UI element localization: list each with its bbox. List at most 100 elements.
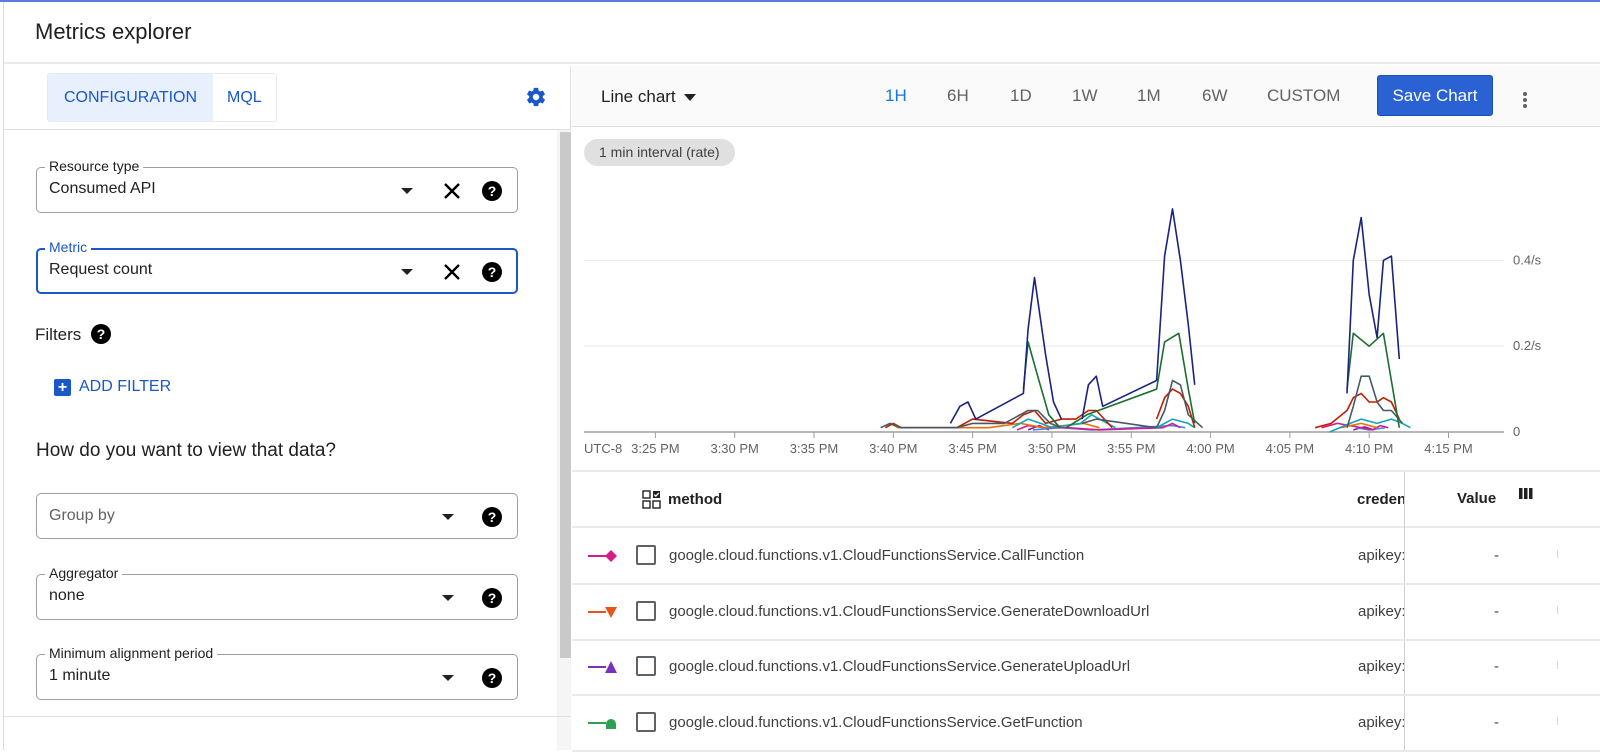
metric-field[interactable]: Metric Request count ? <box>36 239 518 294</box>
mode-bar: CONFIGURATION MQL <box>4 66 571 130</box>
value-cell: - <box>1494 658 1499 675</box>
chart-toolbar: Line chart 1H 6H 1D 1W 1M 6W CUSTOM Save… <box>572 66 1600 127</box>
view-data-heading: How do you want to view that data? <box>36 440 336 461</box>
credential-cell: apikey: <box>1358 547 1404 564</box>
more-vert-icon[interactable] <box>1522 92 1528 110</box>
help-icon[interactable]: ? <box>482 588 502 608</box>
aggregator-value: none <box>49 587 85 604</box>
table-row[interactable]: google.cloud.functions.v1.CloudFunctions… <box>572 641 1600 696</box>
value-cell: - <box>1494 602 1499 620</box>
column-header-credential[interactable]: creden <box>1357 491 1404 508</box>
gear-icon[interactable] <box>525 86 547 108</box>
y-tick-label: 0 <box>1513 424 1520 439</box>
row-checkbox[interactable] <box>636 600 656 621</box>
help-icon[interactable]: ? <box>482 262 502 282</box>
series-line-red <box>885 409 1113 429</box>
clear-icon[interactable] <box>443 263 461 281</box>
legend-table: method creden Value google.cloud.functio… <box>572 470 1600 752</box>
tab-configuration[interactable]: CONFIGURATION <box>48 74 214 121</box>
table-row[interactable]: google.cloud.functions.v1.CloudFunctions… <box>572 530 1600 585</box>
aggregator-field[interactable]: Aggregator none ? <box>36 565 518 620</box>
metric-label: Metric <box>45 239 92 255</box>
range-6w[interactable]: 6W <box>1202 86 1228 106</box>
chevron-down-icon[interactable] <box>401 188 413 194</box>
chevron-down-icon[interactable] <box>401 269 413 275</box>
select-columns-icon[interactable] <box>642 490 662 510</box>
method-cell: google.cloud.functions.v1.CloudFunctions… <box>669 658 1131 675</box>
help-icon[interactable]: ? <box>482 668 502 688</box>
credential-cell: apikey: <box>1358 602 1404 620</box>
series-line-navy <box>1346 216 1401 394</box>
table-row[interactable]: google.cloud.functions.v1.CloudFunctions… <box>572 697 1600 752</box>
column-header-method[interactable]: method <box>668 491 722 508</box>
range-custom[interactable]: CUSTOM <box>1267 86 1340 106</box>
chevron-down-icon[interactable] <box>442 595 454 601</box>
series-line-navy <box>1081 208 1196 420</box>
group-by-placeholder: Group by <box>49 507 115 524</box>
table-row[interactable]: google.cloud.functions.v1.CloudFunctions… <box>572 586 1600 641</box>
alignment-period-label: Minimum alignment period <box>45 645 218 661</box>
tab-mql[interactable]: MQL <box>213 74 276 121</box>
chart-panel: Line chart 1H 6H 1D 1W 1M 6W CUSTOM Save… <box>572 66 1600 752</box>
add-filter-button[interactable]: + ADD FILTER <box>54 378 171 396</box>
range-1h[interactable]: 1H <box>885 86 907 106</box>
alignment-period-field[interactable]: Minimum alignment period 1 minute ? <box>36 645 518 700</box>
range-1d[interactable]: 1D <box>1010 86 1032 106</box>
x-tick-label: 4:10 PM <box>1345 441 1393 456</box>
column-picker-icon[interactable] <box>1519 488 1533 499</box>
row-checkbox[interactable] <box>636 545 656 565</box>
method-cell: google.cloud.functions.v1.CloudFunctions… <box>669 547 1085 564</box>
add-box-icon: + <box>54 378 71 396</box>
metric-value: Request count <box>49 261 153 278</box>
chevron-down-icon <box>683 93 696 101</box>
range-6h[interactable]: 6H <box>947 86 969 106</box>
config-panel: CONFIGURATION MQL Resource type Consumed… <box>4 66 571 750</box>
mode-toggle: CONFIGURATION MQL <box>47 73 277 122</box>
cell-tick <box>1557 716 1558 725</box>
save-chart-button[interactable]: Save Chart <box>1377 75 1493 116</box>
y-tick-label: 0.4/s <box>1513 252 1542 267</box>
x-tick-label: 3:40 PM <box>869 441 917 456</box>
chevron-down-icon[interactable] <box>442 514 454 520</box>
alignment-period-value: 1 minute <box>49 667 111 684</box>
x-tick-label: 4:05 PM <box>1266 441 1314 456</box>
add-filter-label: ADD FILTER <box>79 378 172 395</box>
y-tick-label: 0.2/s <box>1513 338 1542 353</box>
filters-label-text: Filters <box>35 325 82 344</box>
help-icon[interactable]: ? <box>482 507 502 527</box>
range-1m[interactable]: 1M <box>1137 86 1161 106</box>
chart-type-value: Line chart <box>601 87 676 106</box>
config-scrollbar-thumb[interactable] <box>560 132 571 658</box>
resource-type-value: Consumed API <box>49 180 156 197</box>
x-tick-label: 3:25 PM <box>631 441 679 456</box>
method-cell: google.cloud.functions.v1.CloudFunctions… <box>669 713 1083 731</box>
cell-tick <box>1557 605 1558 614</box>
x-tick-label: 4:15 PM <box>1424 441 1472 456</box>
x-tick-label: 4:00 PM <box>1186 441 1234 456</box>
resource-type-field[interactable]: Resource type Consumed API ? <box>36 158 518 213</box>
row-checkbox[interactable] <box>636 711 656 732</box>
help-icon[interactable]: ? <box>482 181 502 201</box>
clear-icon[interactable] <box>443 182 461 200</box>
column-header-value[interactable]: Value <box>1457 490 1496 507</box>
row-checkbox[interactable] <box>636 656 656 676</box>
page-header: Metrics explorer <box>4 2 1600 64</box>
series-line-green <box>1346 332 1401 428</box>
credential-cell: apikey: <box>1358 658 1404 675</box>
series-triangle-up-marker-icon <box>588 661 617 673</box>
page-title: Metrics explorer <box>35 19 192 44</box>
series-diamond-marker-icon <box>588 550 617 562</box>
interval-chip: 1 min interval (rate) <box>584 139 735 166</box>
value-cell: - <box>1494 547 1499 564</box>
line-chart: 0 0.2/s 0.4/s UTC-8 3:25 PM 3:30 PM 3:35 PM 3:4… <box>584 208 1542 456</box>
aggregator-label: Aggregator <box>45 565 123 581</box>
help-icon[interactable]: ? <box>91 324 111 344</box>
range-1w[interactable]: 1W <box>1072 86 1098 106</box>
series-line-green <box>1065 332 1196 429</box>
divider <box>4 716 571 717</box>
chevron-down-icon[interactable] <box>442 675 454 681</box>
group-by-field[interactable]: Group by ? <box>36 493 518 539</box>
resource-type-label: Resource type <box>45 158 144 174</box>
filters-label: Filters <box>35 325 81 345</box>
chart-type-select[interactable]: Line chart <box>601 87 696 107</box>
